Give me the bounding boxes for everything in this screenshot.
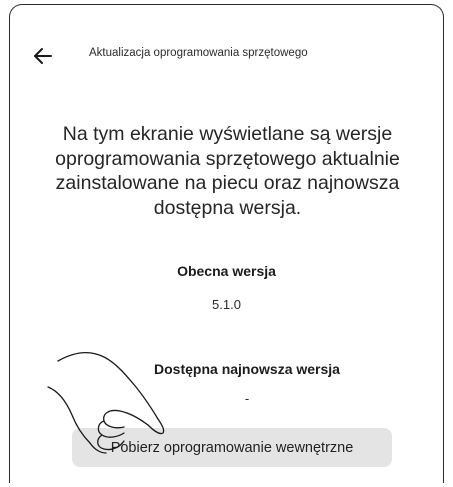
latest-version-label: Dostępna najnowsza wersja	[154, 361, 340, 377]
back-button[interactable]	[32, 45, 54, 67]
download-firmware-button[interactable]: Pobierz oprogramowanie wewnętrzne	[72, 428, 392, 467]
current-version-value: 5.1.0	[212, 297, 241, 312]
screen-description: Na tym ekranie wyświetlane są wersje opr…	[55, 123, 400, 219]
device-screen-frame: Aktualizacja oprogramowania sprzętowego …	[9, 4, 444, 483]
top-app-bar: Aktualizacja oprogramowania sprzętowego	[10, 5, 443, 97]
latest-version-value: -	[244, 391, 250, 406]
page-title: Aktualizacja oprogramowania sprzętowego	[89, 47, 308, 59]
arrow-left-icon	[34, 48, 52, 64]
current-version-label: Obecna wersja	[177, 263, 276, 279]
